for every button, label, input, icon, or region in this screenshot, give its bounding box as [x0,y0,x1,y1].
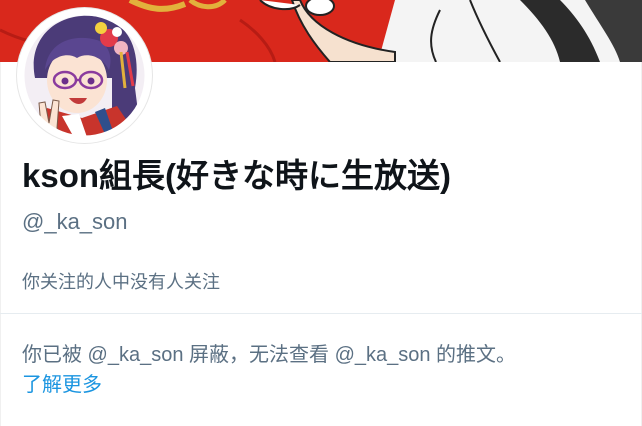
followers-you-know[interactable]: 你关注的人中没有人关注 [22,268,220,296]
profile-page: kson組長(好きな時に生放送) @_ka_son 你关注的人中没有人关注 你已… [0,0,642,426]
profile-avatar[interactable] [17,8,152,143]
left-border [0,62,1,426]
divider [0,313,642,314]
blocked-message: 你已被 @_ka_son 屏蔽，无法查看 @_ka_son 的推文。 [22,344,517,366]
blocked-notice: 你已被 @_ka_son 屏蔽，无法查看 @_ka_son 的推文。 了解更多 [22,340,632,400]
learn-more-link[interactable]: 了解更多 [22,370,102,400]
user-handle: @_ka_son [22,209,128,234]
display-name: kson組長(好きな時に生放送) [22,157,451,194]
avatar-illustration [18,9,151,142]
